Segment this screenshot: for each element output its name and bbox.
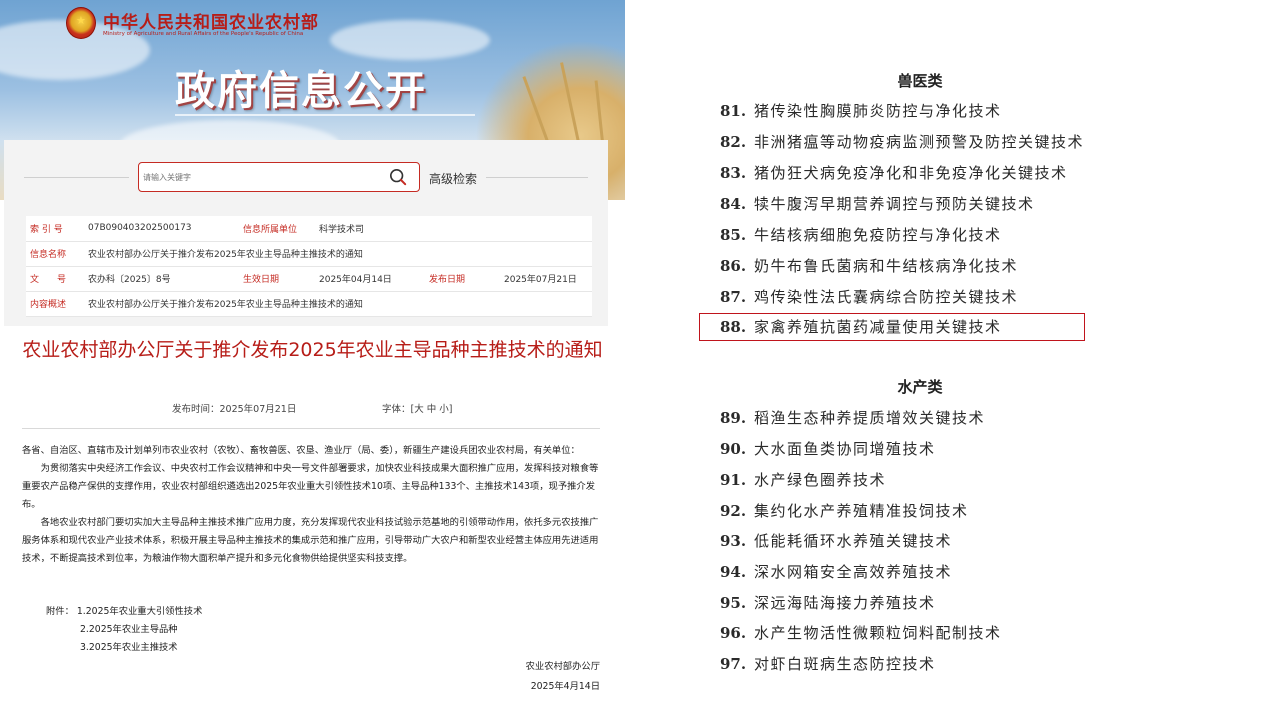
docno-label: 文 号 <box>26 266 84 292</box>
list-item: 89. 稻渔生态种养提质增效关键技术 <box>720 409 986 427</box>
tech-list-scan: 兽医类 81. 猪传染性胸膜肺炎防控与净化技术 82. 非洲猪瘟等动物疫病监测预警及… <box>690 60 1110 700</box>
attachment-link[interactable]: 2.2025年农业主导品种 <box>46 621 202 639</box>
list-item: 91. 水产绿色圈养技术 <box>720 471 887 489</box>
index-value: 07B090403202500173 <box>84 216 239 242</box>
paragraph: 为贯彻落实中央经济工作会议、中央农村工作会议精神和中央一号文件部署要求，加快农业… <box>22 463 599 510</box>
divider <box>22 428 600 429</box>
publish-date: 发布时间：2025年07月21日 <box>172 404 297 415</box>
name-value: 农业农村部办公厅关于推介发布2025年农业主导品种主推技术的通知 <box>84 241 592 267</box>
website-screenshot: ★ 中华人民共和国农业农村部 Ministry of Agriculture a… <box>0 0 625 720</box>
ministry-name[interactable]: 中华人民共和国农业农村部 <box>103 8 319 33</box>
search-box[interactable] <box>138 162 420 192</box>
document-title: 农业农村部办公厅关于推介发布2025年农业主导品种主推技术的通知 <box>22 339 603 361</box>
name-label: 信息名称 <box>26 241 84 267</box>
publish-label: 发布日期 <box>425 266 500 292</box>
sign-org: 农业农村部办公厅 <box>525 661 600 672</box>
search-icon[interactable] <box>389 168 407 186</box>
list-item: 82. 非洲猪瘟等动物疫病监测预警及防控关键技术 <box>720 133 1085 151</box>
category-title-aqua: 水产类 <box>897 378 943 396</box>
list-item: 90. 大水面鱼类协同增殖技术 <box>720 440 936 458</box>
list-item: 81. 猪传染性胸膜肺炎防控与净化技术 <box>720 102 1002 120</box>
advanced-search-link[interactable]: 高级检索 <box>429 170 477 187</box>
attachment-link[interactable]: 1.2025年农业重大引领性技术 <box>77 606 203 617</box>
info-table: 索 引 号 07B090403202500173 信息所属单位 科学技术司 信息… <box>26 216 592 317</box>
index-label: 索 引 号 <box>26 216 84 242</box>
list-item: 86. 奶牛布鲁氏菌病和牛结核病净化技术 <box>720 257 1019 275</box>
highlight-box <box>699 313 1085 341</box>
list-item: 87. 鸡传染性法氏囊病综合防控关键技术 <box>720 288 1019 306</box>
table-row: 索 引 号 07B090403202500173 信息所属单位 科学技术司 <box>26 216 592 242</box>
paragraph: 各地农业农村部门要切实加大主导品种主推技术推广应用力度，充分发挥现代农业科技试验… <box>22 517 599 564</box>
search-panel: 高级检索 索 引 号 07B090403202500173 信息所属单位 科学技… <box>4 140 608 326</box>
list-item: 97. 对虾白斑病生态防控技术 <box>720 655 936 673</box>
salutation: 各省、自治区、直辖市及计划单列市农业农村（农牧）、畜牧兽医、农垦、渔业厅（局、委… <box>22 445 580 456</box>
category-title-vet: 兽医类 <box>897 72 943 90</box>
list-item: 84. 犊牛腹泻早期营养调控与预防关键技术 <box>720 195 1035 213</box>
search-input[interactable] <box>143 163 373 191</box>
list-item: 95. 深远海陆海接力养殖技术 <box>720 594 936 612</box>
effective-label: 生效日期 <box>239 266 315 292</box>
document-body: 各省、自治区、直辖市及计划单列市农业农村（农牧）、畜牧兽医、农垦、渔业厅（局、委… <box>22 442 602 568</box>
divider <box>486 177 588 178</box>
attachments: 附件： 1.2025年农业重大引领性技术 2.2025年农业主导品种 3.202… <box>46 603 202 657</box>
list-item: 93. 低能耗循环水养殖关键技术 <box>720 532 953 550</box>
list-item: 96. 水产生物活性微颗粒饲料配制技术 <box>720 624 1002 642</box>
summary-value: 农业农村部办公厅关于推介发布2025年农业主导品种主推技术的通知 <box>84 291 592 317</box>
list-item: 92. 集约化水产养殖精准投饲技术 <box>720 502 969 520</box>
attach-label: 附件： <box>46 606 74 617</box>
dept-value: 科学技术司 <box>315 216 592 242</box>
national-emblem-icon: ★ <box>66 7 96 39</box>
table-row: 信息名称 农业农村部办公厅关于推介发布2025年农业主导品种主推技术的通知 <box>26 241 592 267</box>
effective-value: 2025年04月14日 <box>315 266 425 292</box>
summary-label: 内容概述 <box>26 291 84 317</box>
attachment-link[interactable]: 3.2025年农业主推技术 <box>46 639 202 657</box>
section-title: 政府信息公开 <box>175 67 427 114</box>
list-item: 85. 牛结核病细胞免疫防控与净化技术 <box>720 226 1002 244</box>
sign-date: 2025年4月14日 <box>530 681 600 692</box>
dept-label: 信息所属单位 <box>239 216 315 242</box>
list-item: 94. 深水网箱安全高效养殖技术 <box>720 563 953 581</box>
font-size-control[interactable]: 字体：[大 中 小] <box>382 401 452 415</box>
docno-value: 农办科〔2025〕8号 <box>84 266 239 292</box>
divider <box>24 177 129 178</box>
table-row: 内容概述 农业农村部办公厅关于推介发布2025年农业主导品种主推技术的通知 <box>26 291 592 317</box>
title-underline <box>175 114 475 116</box>
signature-block: 农业农村部办公厅 2025年4月14日 <box>0 657 600 697</box>
table-row: 文 号 农办科〔2025〕8号 生效日期 2025年04月14日 发布日期 20… <box>26 266 592 292</box>
ministry-name-en: Ministry of Agriculture and Rural Affair… <box>103 31 304 37</box>
list-item: 83. 猪伪狂犬病免疫净化和非免疫净化关键技术 <box>720 164 1068 182</box>
publish-value: 2025年07月21日 <box>500 266 592 292</box>
